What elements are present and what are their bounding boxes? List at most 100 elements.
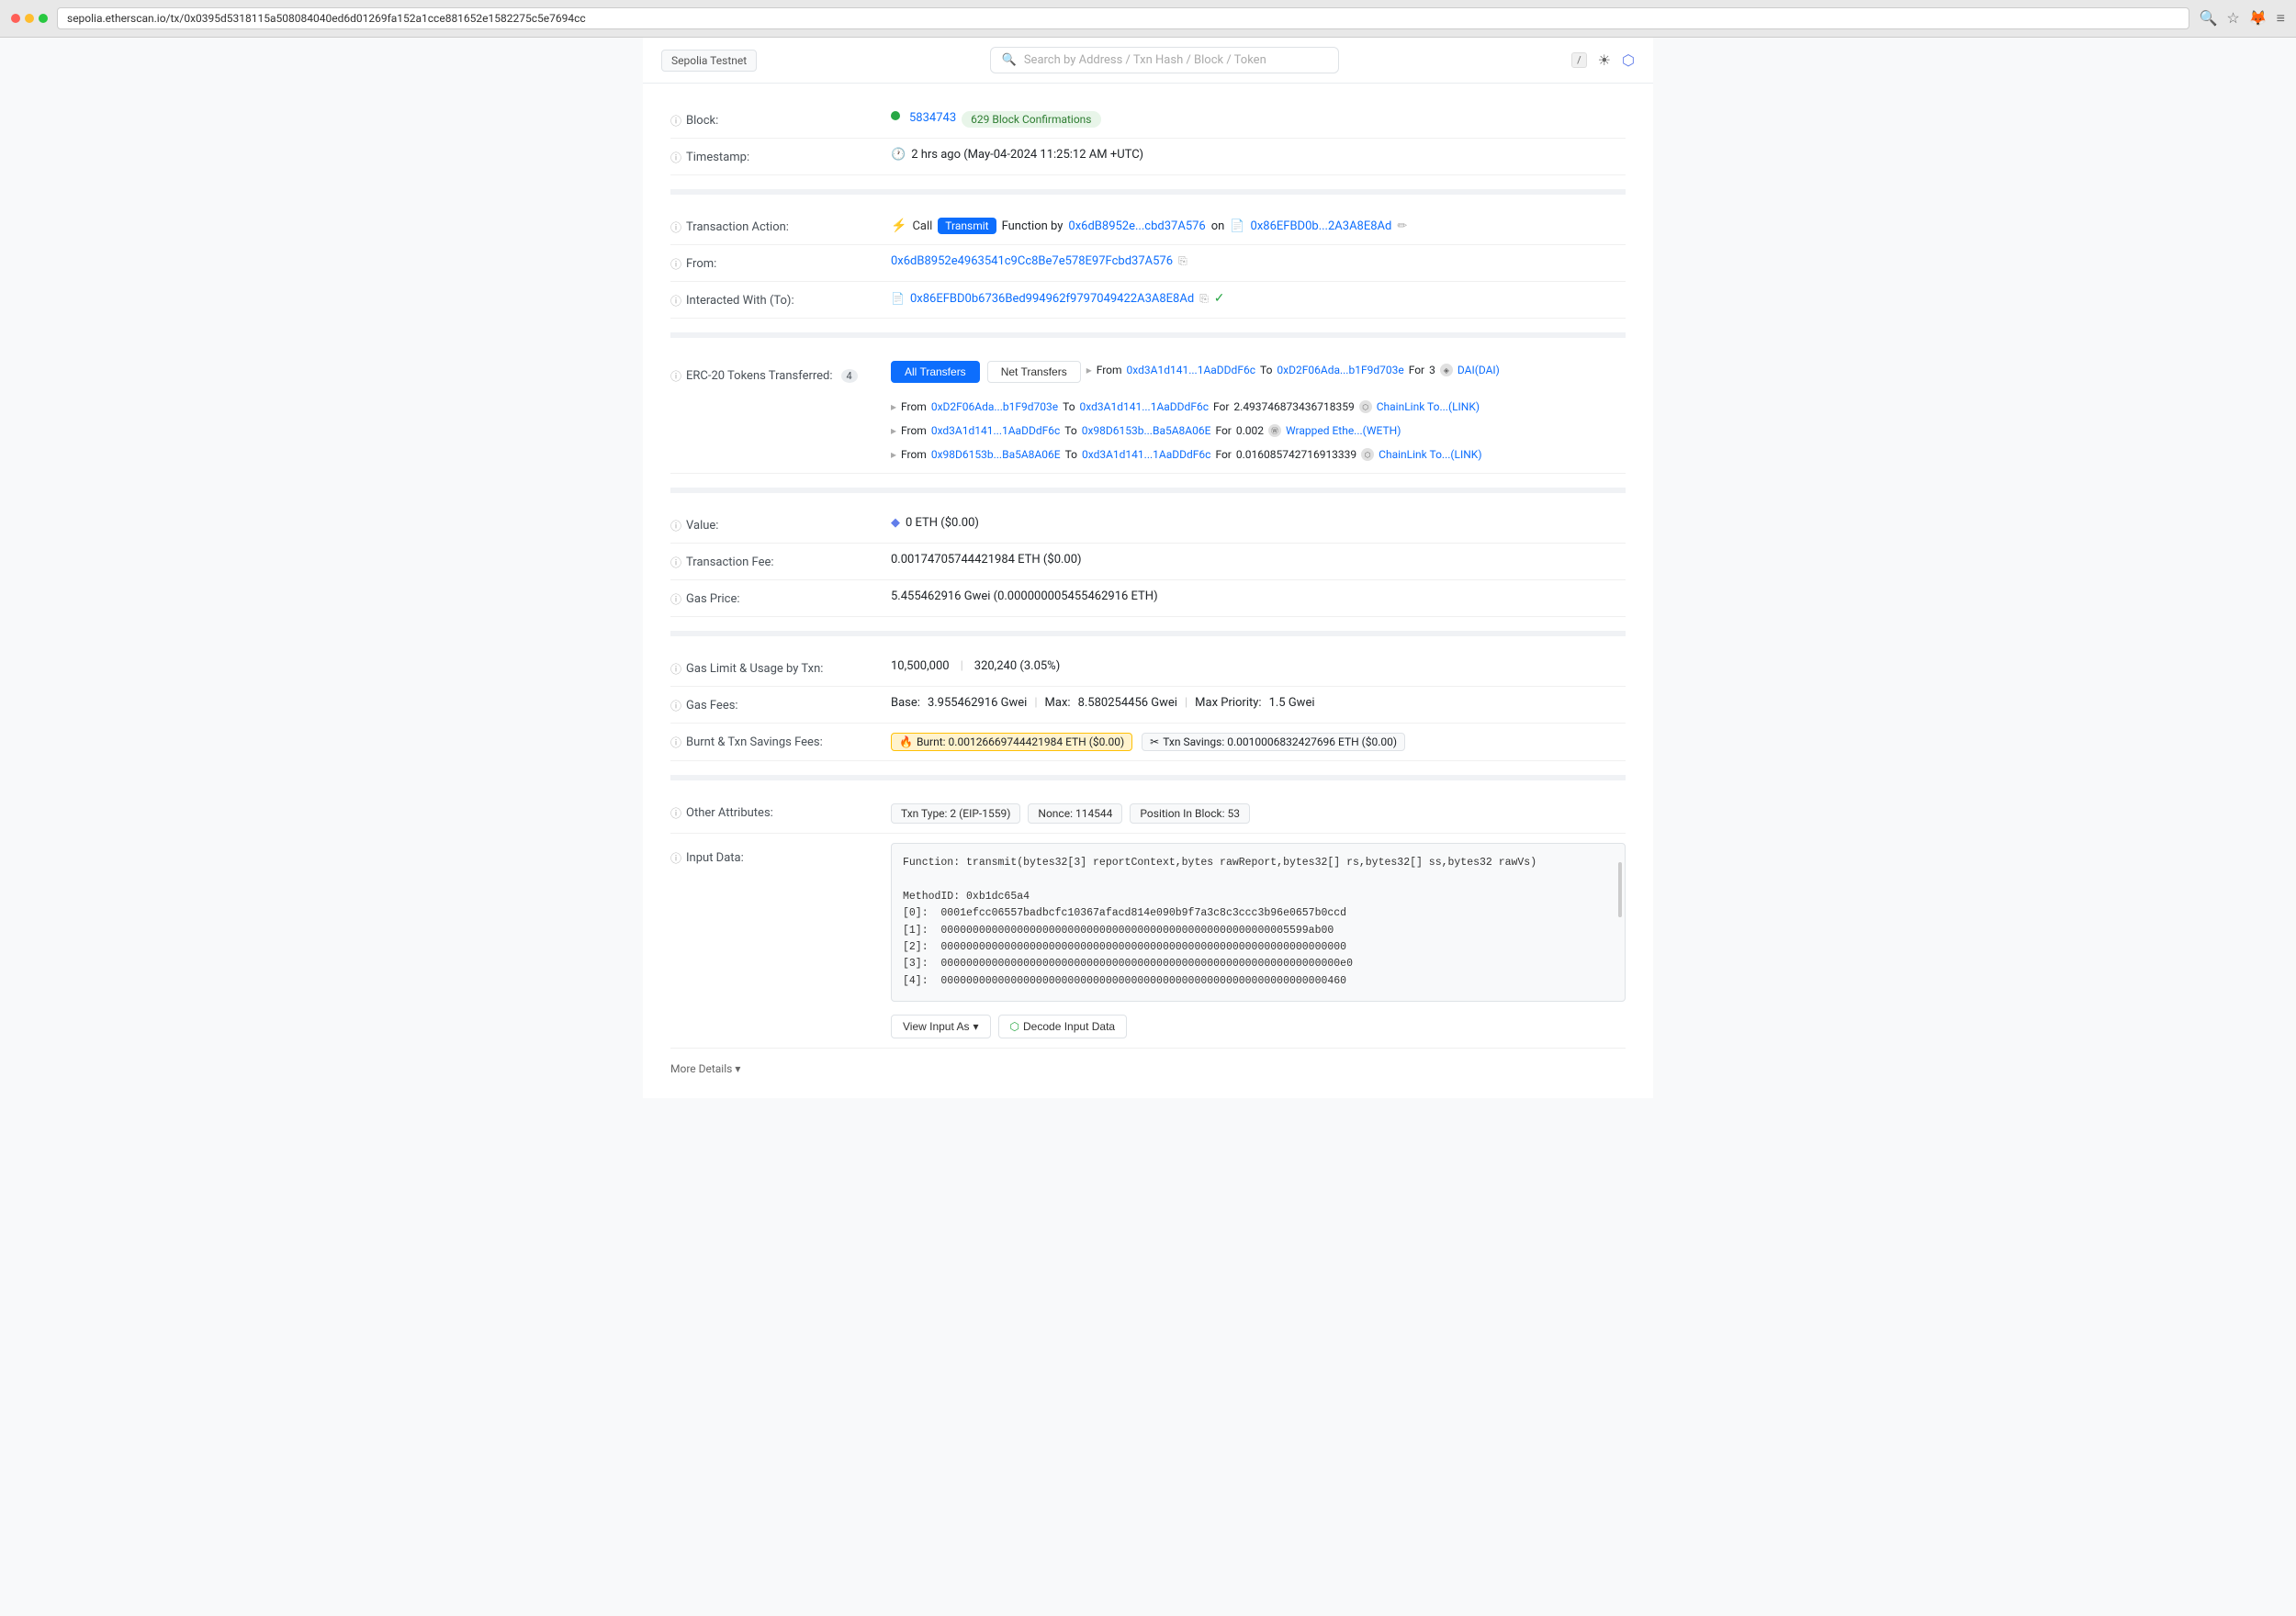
timestamp-label: Timestamp: <box>686 151 749 164</box>
other-help-icon[interactable]: ⓘ <box>670 805 681 821</box>
theme-icon[interactable]: ☀ <box>1598 51 1611 69</box>
transfer-from-addr-3[interactable]: 0x98D6153b...Ba5A8A06E <box>931 448 1061 461</box>
section-divider-5 <box>670 775 1626 780</box>
other-label: Other Attributes: <box>686 806 773 820</box>
fee-label-col: ⓘ Transaction Fee: <box>670 553 872 570</box>
from-address-link[interactable]: 0x6dB8952e4963541c9Cc8Be7e578E97Fcbd37A5… <box>891 254 1173 268</box>
menu-icon[interactable]: ≡ <box>2277 9 2285 28</box>
value-value: ◆ 0 ETH ($0.00) <box>891 516 1626 530</box>
from-help-icon[interactable]: ⓘ <box>670 256 681 272</box>
from-copy-icon[interactable]: ⎘ <box>1178 254 1187 268</box>
section-divider-2 <box>670 332 1626 338</box>
input-label-col: ⓘ Input Data: <box>670 843 872 866</box>
transfer-to-addr-1[interactable]: 0xd3A1d141...1AaDDdF6c <box>1080 400 1209 413</box>
transfer-arrow-1: ▸ <box>891 400 896 413</box>
transfer-token-0[interactable]: DAI(DAI) <box>1458 364 1500 376</box>
gas-limit-row: ⓘ Gas Limit & Usage by Txn: 10,500,000 |… <box>670 650 1626 687</box>
transfer-token-3[interactable]: ChainLink To...(LINK) <box>1379 448 1481 461</box>
gas-limit-label-col: ⓘ Gas Limit & Usage by Txn: <box>670 659 872 677</box>
search-icon[interactable]: 🔍 <box>2199 9 2217 28</box>
savings-icon: ✂ <box>1150 735 1159 748</box>
lightning-icon: ⚡ <box>891 219 906 233</box>
window-controls <box>11 14 48 23</box>
transmit-badge: Transmit <box>938 218 996 234</box>
section-divider-1 <box>670 189 1626 195</box>
extension-icon[interactable]: 🦊 <box>2249 9 2268 28</box>
gas-price-help-icon[interactable]: ⓘ <box>670 591 681 607</box>
maximize-dot <box>39 14 48 23</box>
network-badge[interactable]: Sepolia Testnet <box>661 50 757 72</box>
position-badge: Position In Block: 53 <box>1130 803 1250 824</box>
transfer-token-2[interactable]: Wrapped Ethe...(WETH) <box>1286 424 1401 437</box>
transfer-from-addr-0[interactable]: 0xd3A1d141...1AaDDdF6c <box>1127 364 1255 376</box>
bookmark-icon[interactable]: ☆ <box>2226 9 2239 28</box>
fee-label: Transaction Fee: <box>686 556 774 569</box>
action-address2-link[interactable]: 0x86EFBD0b...2A3A8E8Ad <box>1251 219 1392 233</box>
to-verified-icon: ✓ <box>1214 291 1225 306</box>
transfer-from-addr-1[interactable]: 0xD2F06Ada...b1F9d703e <box>931 400 1058 413</box>
gas-fees-help-icon[interactable]: ⓘ <box>670 698 681 713</box>
value-help-icon[interactable]: ⓘ <box>670 518 681 533</box>
section-divider-3 <box>670 488 1626 493</box>
more-details[interactable]: More Details ▾ <box>670 1049 1626 1080</box>
search-icon: 🔍 <box>1002 53 1017 67</box>
gas-base-text: 3.955462916 Gwei <box>928 696 1027 710</box>
input-data-box[interactable]: Function: transmit(bytes32[3] reportCont… <box>891 843 1626 1002</box>
net-transfers-tab[interactable]: Net Transfers <box>987 361 1081 383</box>
transfer-to-label-0: To <box>1260 364 1272 376</box>
txn-type-badge: Txn Type: 2 (EIP-1559) <box>891 803 1020 824</box>
minimize-dot <box>25 14 34 23</box>
transfer-from-addr-2[interactable]: 0xd3A1d141...1AaDDdF6c <box>931 424 1060 437</box>
action-address1-link[interactable]: 0x6dB8952e...cbd37A576 <box>1068 219 1205 233</box>
gas-priority-label: Max Priority: <box>1195 696 1261 710</box>
browser-bar: sepolia.etherscan.io/tx/0x0395d5318115a5… <box>0 0 2296 38</box>
contract-doc-icon: 📄 <box>891 292 905 305</box>
timestamp-text: 2 hrs ago (May-04-2024 11:25:12 AM +UTC) <box>911 148 1143 162</box>
gas-max-label: Max: <box>1045 696 1071 710</box>
block-help-icon[interactable]: ⓘ <box>670 113 681 129</box>
input-help-icon[interactable]: ⓘ <box>670 850 681 866</box>
input-data-col: Function: transmit(bytes32[3] reportCont… <box>891 843 1626 1038</box>
transfer-row-1: ▸ From 0xD2F06Ada...b1F9d703e To 0xd3A1d… <box>891 398 1480 416</box>
fee-help-icon[interactable]: ⓘ <box>670 555 681 570</box>
transfer-arrow-3: ▸ <box>891 448 896 461</box>
scrollbar[interactable] <box>1618 862 1622 917</box>
action-function-text: Function by <box>1002 219 1064 233</box>
to-help-icon[interactable]: ⓘ <box>670 293 681 309</box>
gas-price-value: 5.455462916 Gwei (0.000000005455462916 E… <box>891 589 1626 603</box>
transfer-row-0: ▸ From 0xd3A1d141...1AaDDdF6c To 0xD2F06… <box>1086 361 1500 379</box>
burnt-help-icon[interactable]: ⓘ <box>670 735 681 750</box>
block-number-link[interactable]: 5834743 <box>909 111 956 125</box>
transfer-to-addr-2[interactable]: 0x98D6153b...Ba5A8A06E <box>1082 424 1211 437</box>
action-help-icon[interactable]: ⓘ <box>670 219 681 235</box>
transfer-token-1[interactable]: ChainLink To...(LINK) <box>1377 400 1480 413</box>
page-container: Sepolia Testnet 🔍 Search by Address / Tx… <box>643 38 1653 1098</box>
all-transfers-tab[interactable]: All Transfers <box>891 361 980 383</box>
gas-fees-label-col: ⓘ Gas Fees: <box>670 696 872 713</box>
nonce-badge: Nonce: 114544 <box>1028 803 1122 824</box>
burnt-text: Burnt: 0.00126669744421984 ETH ($0.00) <box>917 735 1124 748</box>
transfer-to-addr-3[interactable]: 0xd3A1d141...1AaDDdF6c <box>1082 448 1210 461</box>
value-label-col: ⓘ Value: <box>670 516 872 533</box>
url-bar[interactable]: sepolia.etherscan.io/tx/0x0395d5318115a5… <box>57 7 2189 29</box>
gas-max-text: 8.580254456 Gwei <box>1078 696 1177 710</box>
erc20-value: All Transfers Net Transfers ▸ From 0xd3A… <box>891 361 1626 464</box>
to-copy-icon[interactable]: ⎘ <box>1199 292 1209 306</box>
other-label-col: ⓘ Other Attributes: <box>670 803 872 821</box>
transfer-amount-3: 0.016085742716913339 <box>1236 448 1356 461</box>
decode-input-button[interactable]: ⬡ Decode Input Data <box>998 1015 1128 1038</box>
action-call: Call <box>912 219 932 233</box>
transfer-amount-2: 0.002 <box>1236 424 1264 437</box>
transfer-to-addr-0[interactable]: 0xD2F06Ada...b1F9d703e <box>1277 364 1403 376</box>
view-input-label: View Input As <box>903 1020 970 1033</box>
action-row: ⓘ Transaction Action: ⚡ Call Transmit Fu… <box>670 208 1626 245</box>
edit-icon[interactable]: ✏ <box>1397 219 1407 233</box>
search-bar[interactable]: 🔍 Search by Address / Txn Hash / Block /… <box>990 47 1339 73</box>
gas-limit-help-icon[interactable]: ⓘ <box>670 661 681 677</box>
erc20-help-icon[interactable]: ⓘ <box>670 368 681 384</box>
transfer-arrow-0: ▸ <box>1086 364 1092 376</box>
view-input-button[interactable]: View Input As ▾ <box>891 1015 991 1038</box>
eth-icon[interactable]: ⬡ <box>1622 51 1635 69</box>
timestamp-help-icon[interactable]: ⓘ <box>670 150 681 165</box>
to-address-link[interactable]: 0x86EFBD0b6736Bed994962f9797049422A3A8E8… <box>910 292 1194 306</box>
